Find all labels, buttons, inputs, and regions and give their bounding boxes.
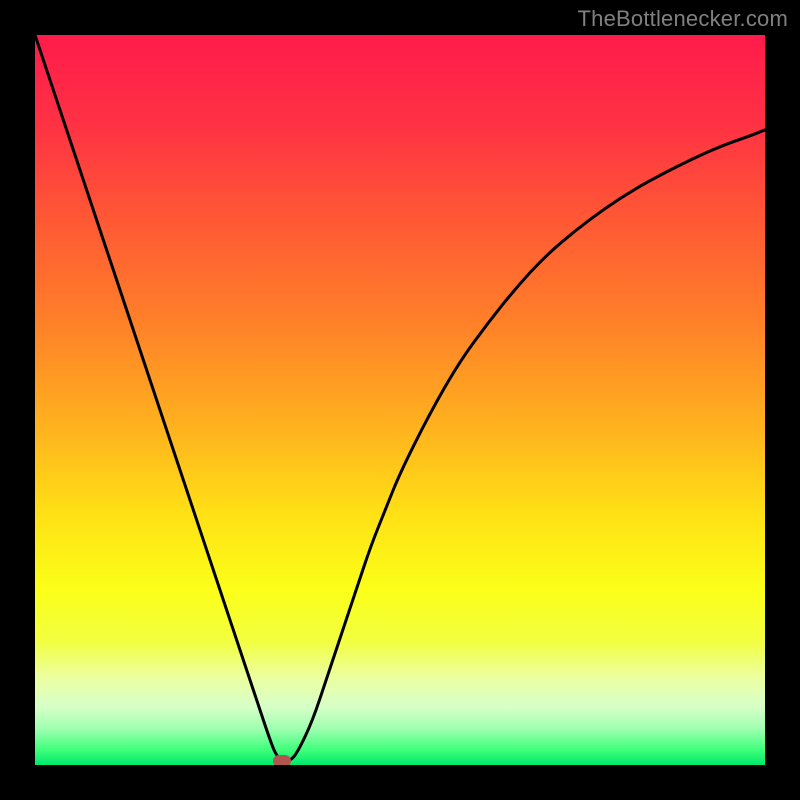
background-gradient bbox=[35, 35, 765, 765]
chart-frame: TheBottlenecker.com bbox=[0, 0, 800, 800]
optimal-point-marker bbox=[273, 755, 291, 765]
watermark-text: TheBottlenecker.com bbox=[578, 6, 788, 32]
plot-area bbox=[35, 35, 765, 765]
